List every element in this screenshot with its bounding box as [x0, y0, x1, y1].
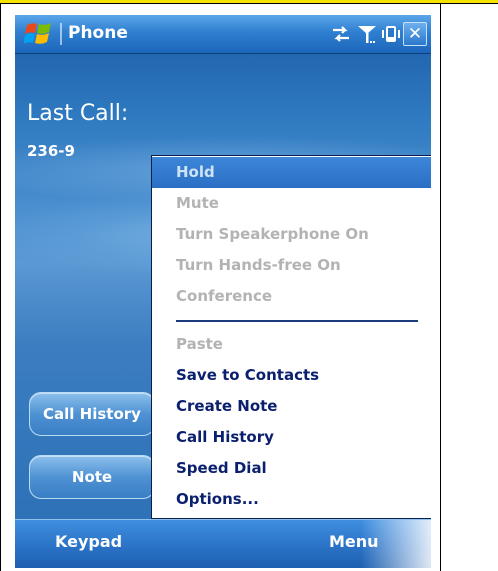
last-call-number: 236-9	[27, 142, 75, 160]
menu-separator	[176, 320, 418, 322]
title-separator	[60, 23, 62, 45]
menu-item-speakerphone[interactable]: Turn Speakerphone On	[152, 219, 431, 250]
call-history-button[interactable]: Call History	[29, 392, 155, 436]
context-menu: Hold Mute Turn Speakerphone On Turn Hand…	[151, 155, 431, 519]
close-button[interactable]: ✕	[403, 22, 427, 46]
title-bar: Phone ✕	[15, 15, 431, 54]
menu-item-options[interactable]: Options...	[152, 484, 431, 515]
menu-softkey[interactable]: Menu	[329, 532, 379, 551]
frame-border-top	[0, 3, 498, 4]
menu-item-paste[interactable]: Paste	[152, 329, 431, 360]
softkey-bar: Keypad Menu	[15, 519, 431, 568]
menu-item-create-note[interactable]: Create Note	[152, 391, 431, 422]
frame-border-right	[440, 3, 441, 571]
menu-item-save-to-contacts[interactable]: Save to Contacts	[152, 360, 431, 391]
last-call-label: Last Call:	[27, 101, 129, 126]
keypad-softkey[interactable]: Keypad	[55, 532, 122, 551]
note-button[interactable]: Note	[29, 455, 155, 499]
app-title: Phone	[68, 23, 128, 43]
menu-item-conference[interactable]: Conference	[152, 281, 431, 312]
device-screen: Phone ✕ Last Call: 236-9 Call History No…	[15, 15, 431, 568]
windows-start-icon[interactable]	[24, 21, 54, 47]
menu-item-speed-dial[interactable]: Speed Dial	[152, 453, 431, 484]
menu-item-hold[interactable]: Hold	[152, 157, 431, 188]
data-sync-icon[interactable]	[329, 23, 353, 45]
signal-antenna-icon[interactable]	[355, 23, 379, 45]
menu-item-hands-free[interactable]: Turn Hands-free On	[152, 250, 431, 281]
menu-item-mute[interactable]: Mute	[152, 188, 431, 219]
vibrate-icon[interactable]	[379, 23, 403, 45]
frame-border-left	[0, 3, 1, 571]
menu-item-call-history[interactable]: Call History	[152, 422, 431, 453]
